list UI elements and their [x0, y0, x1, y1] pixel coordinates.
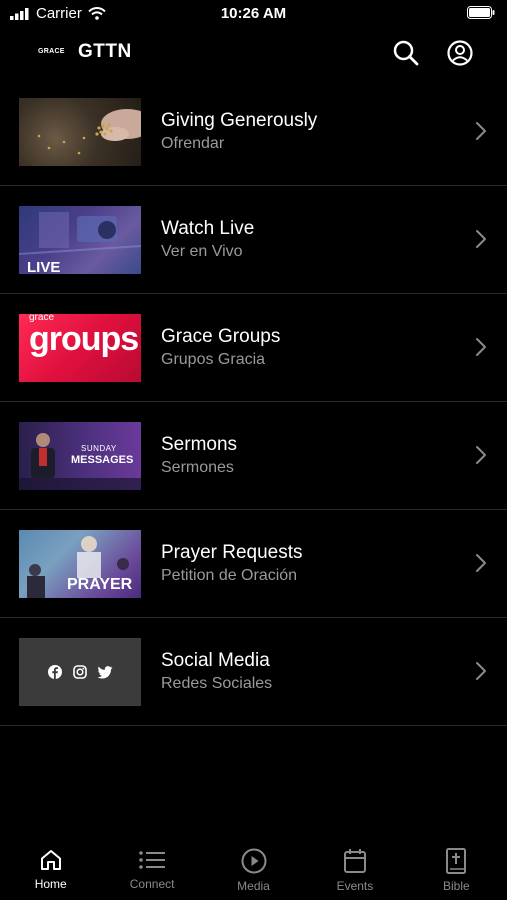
app-title: GTTN	[78, 41, 132, 62]
tab-bar: Home Connect Media Events Bible	[0, 840, 507, 900]
menu-item-social-media[interactable]: Social Media Redes Sociales	[0, 618, 507, 726]
watch-live-thumbnail: LIVE	[19, 206, 141, 274]
item-subtitle: Petition de Oración	[161, 567, 298, 584]
profile-button[interactable]	[445, 38, 475, 68]
tab-media[interactable]: Media	[203, 840, 304, 900]
status-bar: Carrier 10:26 AM	[0, 0, 507, 30]
menu-item-watch-live[interactable]: LIVE Watch Live Ver en Vivo	[0, 186, 507, 294]
grace-groups-thumbnail: grace groups	[19, 314, 141, 382]
chevron-right-icon	[476, 122, 486, 140]
tab-events[interactable]: Events	[304, 840, 405, 900]
item-subtitle: Grupos Gracia	[161, 351, 266, 368]
giving-thumbnail	[19, 98, 141, 166]
facebook-icon	[47, 665, 62, 679]
item-subtitle: Ver en Vivo	[161, 243, 243, 260]
status-time: 10:26 AM	[220, 5, 287, 22]
user-icon	[447, 40, 473, 66]
list-icon	[139, 851, 166, 869]
item-subtitle: Redes Sociales	[161, 675, 273, 692]
status-right	[467, 6, 495, 24]
tab-label: Home	[34, 877, 67, 891]
item-title: Social Media	[161, 650, 270, 671]
item-text: Grace Groups Grupos Gracia	[161, 326, 280, 370]
tab-label: Bible	[442, 879, 470, 893]
chevron-right-icon	[476, 338, 486, 356]
menu-item-grace-groups[interactable]: grace groups Grace Groups Grupos Gracia	[0, 294, 507, 402]
item-subtitle: Ofrendar	[161, 135, 225, 152]
item-text: Giving Generously Ofrendar	[161, 110, 317, 154]
item-title: Prayer Requests	[161, 542, 303, 563]
menu-item-sermons[interactable]: SUNDAY MESSAGES Sermons Sermones	[0, 402, 507, 510]
live-label: LIVE	[27, 259, 61, 274]
chevron-right-icon	[476, 446, 486, 464]
tab-connect[interactable]: Connect	[101, 840, 202, 900]
item-text: Prayer Requests Petition de Oración	[161, 542, 303, 586]
bible-icon	[446, 848, 467, 874]
prayer-requests-thumbnail: PRAYER	[19, 530, 141, 598]
tab-bible[interactable]: Bible	[406, 840, 507, 900]
item-text: Sermons Sermones	[161, 434, 237, 478]
play-icon	[241, 848, 267, 874]
app-header: GRACE GTTN	[0, 30, 507, 76]
search-button[interactable]	[391, 38, 421, 68]
instagram-icon	[72, 665, 87, 679]
tab-home[interactable]: Home	[0, 840, 101, 900]
tab-label: Events	[336, 879, 374, 893]
home-icon	[40, 850, 61, 870]
sermons-thumbnail: SUNDAY MESSAGES	[19, 422, 141, 490]
tab-label: Connect	[129, 877, 175, 891]
sunday-label: SUNDAY	[81, 444, 117, 453]
menu-item-prayer-requests[interactable]: PRAYER Prayer Requests Petition de Oraci…	[0, 510, 507, 618]
brand-logo: GRACE	[38, 48, 65, 55]
seeds-image	[37, 109, 141, 155]
calendar-icon	[343, 849, 366, 873]
item-title: Sermons	[161, 434, 238, 455]
chevron-right-icon	[476, 230, 486, 248]
prayer-label: PRAYER	[67, 576, 133, 593]
menu-item-giving[interactable]: Giving Generously Ofrendar	[0, 78, 507, 186]
messages-label: MESSAGES	[71, 454, 134, 466]
item-text: Watch Live Ver en Vivo	[161, 218, 254, 262]
social-media-thumbnail	[19, 638, 141, 706]
search-icon	[393, 40, 419, 66]
item-text: Social Media Redes Sociales	[161, 650, 272, 694]
menu-list: Giving Generously Ofrendar LIVE Watch Li…	[0, 78, 507, 726]
chevron-right-icon	[476, 662, 486, 680]
tab-label: Media	[237, 879, 270, 893]
twitter-icon	[97, 665, 112, 678]
groups-label: groups	[29, 320, 139, 358]
item-subtitle: Sermones	[161, 459, 234, 476]
battery-icon	[467, 6, 495, 19]
item-title: Watch Live	[161, 218, 255, 239]
item-title: Giving Generously	[161, 110, 318, 131]
item-title: Grace Groups	[161, 326, 281, 347]
chevron-right-icon	[476, 554, 486, 572]
